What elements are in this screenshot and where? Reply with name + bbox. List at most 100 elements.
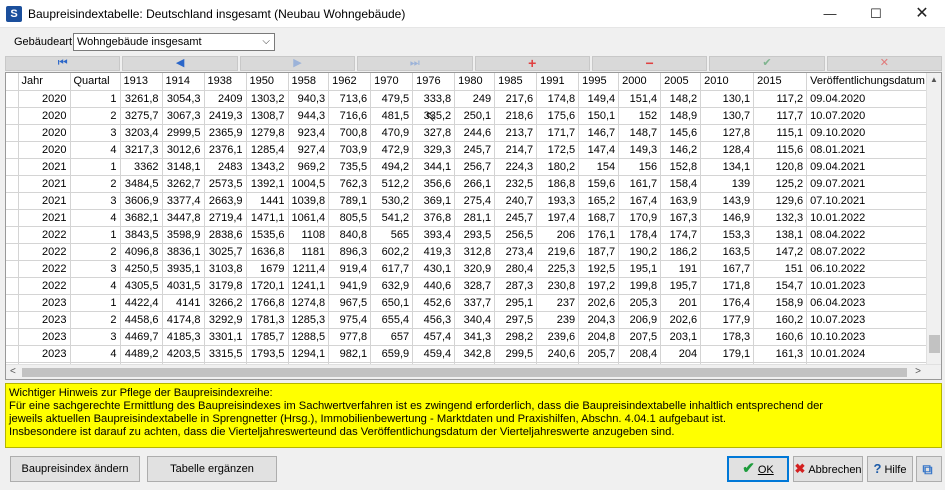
table-cell[interactable]: 1279,8: [246, 124, 289, 142]
table-cell[interactable]: 237: [536, 294, 580, 312]
column-header[interactable]: 1980: [454, 73, 496, 91]
table-cell[interactable]: 3148,1: [162, 158, 205, 176]
table-cell[interactable]: 287,3: [494, 277, 538, 295]
table-cell[interactable]: 125,2: [753, 175, 808, 193]
table-cell[interactable]: 2: [70, 175, 121, 193]
table-cell[interactable]: 2023: [18, 328, 71, 346]
table-cell[interactable]: 3682,1: [120, 209, 163, 227]
table-cell[interactable]: 132,3: [753, 209, 808, 227]
table-cell[interactable]: 1004,5: [288, 175, 330, 193]
table-cell[interactable]: 158,9: [753, 294, 808, 312]
table-cell[interactable]: 1441: [246, 192, 289, 210]
table-cell[interactable]: 159,6: [578, 175, 620, 193]
table-cell[interactable]: 152: [618, 107, 662, 125]
table-cell[interactable]: 115,6: [753, 141, 808, 159]
table-cell[interactable]: 117,2: [753, 90, 808, 108]
table-cell[interactable]: 2020: [18, 124, 71, 142]
table-cell[interactable]: 312,8: [454, 243, 496, 261]
table-cell[interactable]: 201: [660, 294, 702, 312]
table-cell[interactable]: 160,2: [753, 311, 808, 329]
table-cell[interactable]: 115,1: [753, 124, 808, 142]
table-cell[interactable]: 602,2: [370, 243, 414, 261]
table-cell[interactable]: 342,8: [454, 345, 496, 363]
table-cell[interactable]: 1108: [288, 226, 330, 244]
table-cell[interactable]: 3217,3: [120, 141, 163, 159]
table-cell[interactable]: 146,2: [660, 141, 702, 159]
table-cell[interactable]: 617,7: [370, 260, 414, 278]
column-header[interactable]: 2000: [618, 73, 662, 91]
column-header[interactable]: 2015: [753, 73, 808, 91]
table-cell[interactable]: 167,4: [618, 192, 662, 210]
nav-prior-button[interactable]: ◀: [122, 56, 238, 71]
table-cell[interactable]: 1285,4: [246, 141, 289, 159]
table-cell[interactable]: 393,4: [412, 226, 456, 244]
table-cell[interactable]: 153,3: [700, 226, 755, 244]
table-cell[interactable]: 927,4: [288, 141, 330, 159]
table-cell[interactable]: 457,4: [412, 328, 456, 346]
table-cell[interactable]: 2419,3: [204, 107, 247, 125]
scroll-up-icon[interactable]: ▲: [930, 75, 938, 84]
table-cell[interactable]: 337,7: [454, 294, 496, 312]
table-cell[interactable]: 1793,5: [246, 345, 289, 363]
table-cell[interactable]: 174,7: [660, 226, 702, 244]
table-cell[interactable]: 172,5: [536, 141, 580, 159]
table-cell[interactable]: 239,6: [536, 328, 580, 346]
table-cell[interactable]: 154: [578, 158, 620, 176]
table-cell[interactable]: 256,5: [494, 226, 538, 244]
table-cell[interactable]: 2719,4: [204, 209, 247, 227]
table-cell[interactable]: 376,8: [412, 209, 456, 227]
table-cell[interactable]: 204,3: [578, 311, 620, 329]
column-header[interactable]: 1985: [494, 73, 538, 91]
table-cell[interactable]: 4185,3: [162, 328, 205, 346]
table-cell[interactable]: 214,7: [494, 141, 538, 159]
table-cell[interactable]: 703,9: [328, 141, 372, 159]
table-cell[interactable]: 440,6: [412, 277, 456, 295]
table-cell[interactable]: 735,5: [328, 158, 372, 176]
column-header[interactable]: 2005: [660, 73, 702, 91]
table-cell[interactable]: 151,4: [618, 90, 662, 108]
table-cell[interactable]: 977,8: [328, 328, 372, 346]
table-cell[interactable]: 195,1: [618, 260, 662, 278]
table-cell[interactable]: 239: [536, 311, 580, 329]
table-cell[interactable]: 218,6: [494, 107, 538, 125]
table-cell[interactable]: 206: [536, 226, 580, 244]
table-cell[interactable]: 10.01.2023: [806, 277, 929, 295]
table-cell[interactable]: 10.07.2023: [806, 311, 929, 329]
table-cell[interactable]: 459,4: [412, 345, 456, 363]
table-cell[interactable]: 176,4: [700, 294, 755, 312]
column-header[interactable]: 2010: [700, 73, 755, 91]
column-header[interactable]: Veröffentlichungsdatum: [806, 73, 929, 91]
table-row[interactable]: 2022 2 4096,8 3836,1 3025,7 1636,8 1181 896,3 60…: [6, 243, 929, 261]
table-cell[interactable]: 1303,2: [246, 90, 289, 108]
table-cell[interactable]: 1471,1: [246, 209, 289, 227]
table-row[interactable]: 2022 4 4305,5 4031,5 3179,8 1720,1 1241,1 941,9…: [6, 277, 929, 295]
column-header[interactable]: 1962: [328, 73, 372, 91]
table-cell[interactable]: 1720,1: [246, 277, 289, 295]
table-cell[interactable]: 130,1: [700, 90, 755, 108]
column-header[interactable]: 1958: [288, 73, 330, 91]
table-cell[interactable]: 3179,8: [204, 277, 247, 295]
table-cell[interactable]: 06.10.2022: [806, 260, 929, 278]
table-cell[interactable]: 2021: [18, 209, 71, 227]
horizontal-scroll-thumb[interactable]: [22, 368, 907, 377]
table-cell[interactable]: 1636,8: [246, 243, 289, 261]
table-row[interactable]: 2023 1 4422,4 4141 3266,2 1766,8 1274,8 967,5 65…: [6, 294, 929, 312]
table-cell[interactable]: 2365,9: [204, 124, 247, 142]
table-cell[interactable]: 139: [700, 175, 755, 193]
table-cell[interactable]: 160,6: [753, 328, 808, 346]
table-cell[interactable]: 158,4: [660, 175, 702, 193]
table-cell[interactable]: 174,8: [536, 90, 580, 108]
table-cell[interactable]: 06.04.2023: [806, 294, 929, 312]
table-row[interactable]: 2021 1 3362 3148,1 2483 1343,2 969,2 735,5 494,2…: [6, 158, 929, 176]
table-cell[interactable]: 1679: [246, 260, 289, 278]
table-cell[interactable]: 320,9: [454, 260, 496, 278]
table-cell[interactable]: 344,1: [412, 158, 456, 176]
table-cell[interactable]: 195,7: [660, 277, 702, 295]
table-cell[interactable]: 10.07.2020: [806, 107, 929, 125]
table-cell[interactable]: 09.04.2021: [806, 158, 929, 176]
table-cell[interactable]: 1: [70, 226, 121, 244]
table-cell[interactable]: 700,8: [328, 124, 372, 142]
table-cell[interactable]: 219,6: [536, 243, 580, 261]
table-cell[interactable]: 3262,7: [162, 175, 205, 193]
table-cell[interactable]: 205,7: [578, 345, 620, 363]
